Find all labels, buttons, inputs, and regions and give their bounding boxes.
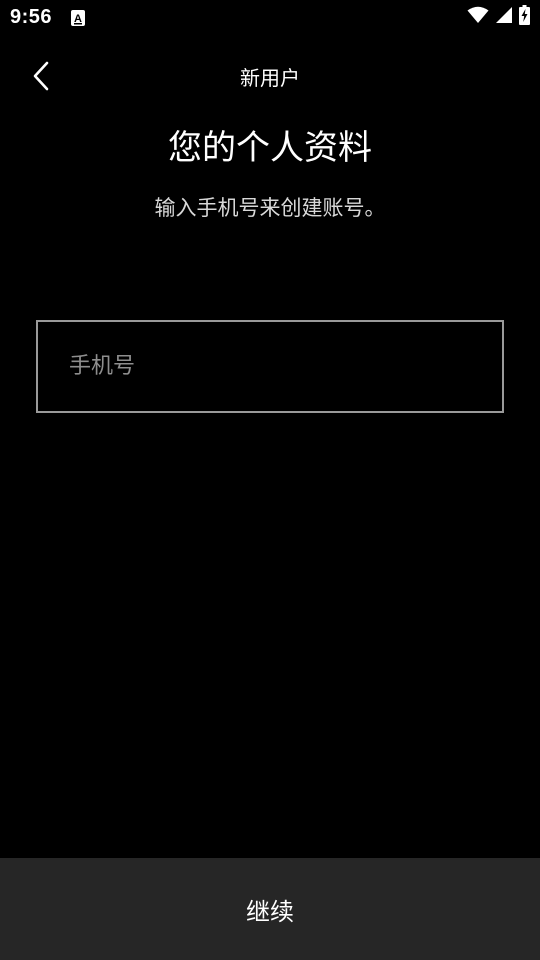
status-time: 9:56: [10, 6, 53, 28]
signal-icon: [495, 6, 513, 28]
phone-number-input[interactable]: [38, 322, 502, 411]
phone-number-field[interactable]: [36, 320, 504, 413]
notification-a-icon: A: [71, 10, 85, 26]
continue-button[interactable]: 继续: [0, 858, 540, 960]
battery-charging-icon: [519, 5, 530, 29]
status-bar: 9:56 A: [0, 0, 540, 36]
continue-button-label: 继续: [246, 897, 294, 926]
page-subtitle: 输入手机号来创建账号。: [154, 196, 386, 220]
wifi-icon: [467, 6, 489, 28]
status-icons: [467, 5, 530, 29]
header-title: 新用户: [240, 66, 300, 90]
page-title: 您的个人资料: [168, 128, 372, 168]
